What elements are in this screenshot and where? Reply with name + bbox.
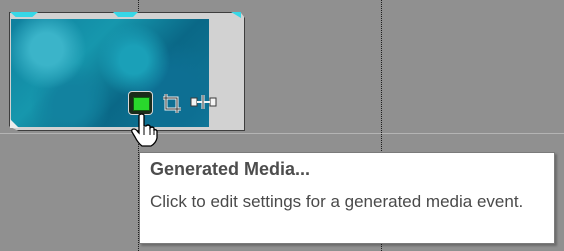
event-pan-crop-button[interactable] xyxy=(190,92,218,112)
crop-button[interactable] xyxy=(160,91,184,115)
track-divider xyxy=(0,133,564,134)
tooltip: Generated Media... Click to edit setting… xyxy=(139,152,555,244)
envelope-icon xyxy=(190,95,217,109)
generated-media-icon xyxy=(133,97,150,111)
generated-media-button[interactable] xyxy=(128,91,153,115)
hand-pointer-icon xyxy=(130,113,158,147)
crop-icon xyxy=(163,94,181,113)
tooltip-title: Generated Media... xyxy=(150,159,311,179)
tooltip-description: Click to edit settings for a generated m… xyxy=(150,192,524,211)
